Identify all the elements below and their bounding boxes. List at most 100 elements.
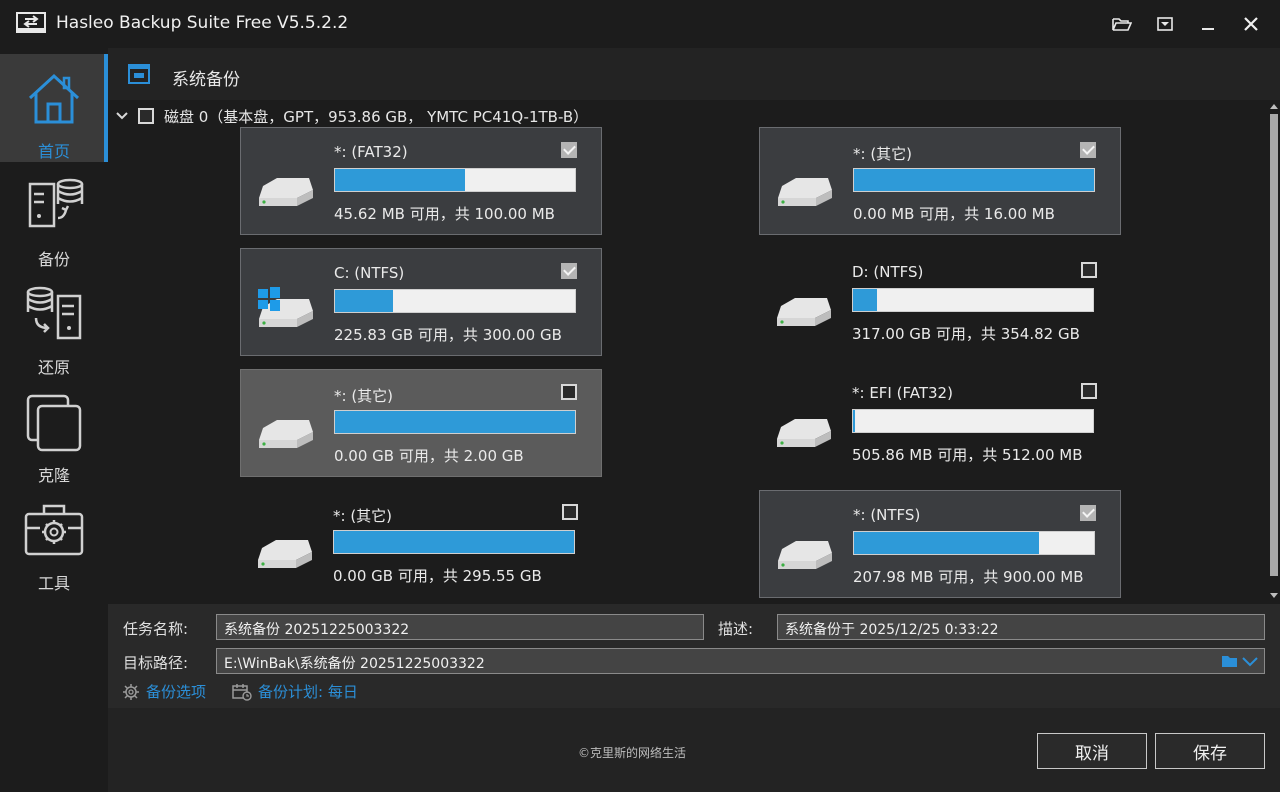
sidebar-item-backup[interactable]: 备份 [0, 162, 108, 270]
partition-name: *: (其它) [333, 507, 393, 525]
partition-usage-text: 317.00 GB 可用，共 354.82 GB [852, 325, 1080, 343]
scrollbar[interactable] [1268, 100, 1280, 604]
folder-icon[interactable] [1222, 655, 1238, 668]
sidebar-item-label: 工具 [37, 574, 70, 593]
sidebar-item-clone[interactable]: 克隆 [0, 378, 108, 486]
description-input[interactable]: 系统备份于 2025/12/25 0:33:22 [777, 614, 1265, 640]
usage-bar-fill [854, 169, 1094, 191]
partition-card[interactable]: *: EFI (FAT32) 505.86 MB 可用，共 512.00 MB [759, 369, 1121, 477]
backup-schedule-link[interactable]: 备份计划: 每日 [232, 681, 358, 702]
usage-bar [853, 168, 1095, 192]
usage-bar-fill [335, 169, 465, 191]
partition-checkbox-wrap[interactable] [561, 384, 577, 404]
partition-checkbox-wrap[interactable] [1081, 383, 1097, 403]
drive-icon [256, 536, 314, 572]
close-button[interactable] [1239, 12, 1263, 36]
usage-bar [852, 409, 1094, 433]
usage-bar [334, 289, 576, 313]
usage-bar-fill [335, 411, 575, 433]
drive-icon [257, 174, 315, 210]
sidebar-item-tools[interactable]: 工具 [0, 486, 108, 594]
backup-options-link[interactable]: 备份选项 [122, 681, 206, 702]
sidebar-item-label: 还原 [37, 358, 70, 377]
calendar-clock-icon [232, 683, 252, 701]
partition-list: 磁盘 0（基本盘，GPT，953.86 GB， YMTC PC41Q-1TB-B… [108, 100, 1280, 604]
sidebar-item-home[interactable]: 首页 [0, 54, 108, 162]
task-form: 任务名称: 系统备份 20251225003322 描述: 系统备份于 2025… [108, 604, 1280, 708]
sidebar-item-label: 克隆 [37, 466, 70, 485]
usage-bar [853, 531, 1095, 555]
target-path-input[interactable]: E:\WinBak\系统备份 20251225003322 [216, 648, 1265, 674]
partition-usage-text: 0.00 GB 可用，共 295.55 GB [333, 567, 542, 585]
disk-label: 磁盘 0（基本盘，GPT，953.86 GB， YMTC PC41Q-1TB-B… [164, 107, 589, 126]
partition-checkbox-wrap[interactable] [1080, 142, 1096, 162]
partition-usage-text: 0.00 GB 可用，共 2.00 GB [334, 447, 524, 465]
partition-name: *: (NTFS) [853, 506, 921, 524]
partition-usage-text: 0.00 MB 可用，共 16.00 MB [853, 205, 1055, 223]
partition-card[interactable]: C: (NTFS) 225.83 GB 可用，共 300.00 GB [240, 248, 602, 356]
partition-card[interactable]: *: (FAT32) 45.62 MB 可用，共 100.00 MB [240, 127, 602, 235]
partition-name: D: (NTFS) [852, 263, 924, 281]
close-icon [1244, 17, 1258, 31]
usage-bar [333, 530, 575, 554]
disk-row: 磁盘 0（基本盘，GPT，953.86 GB， YMTC PC41Q-1TB-B… [114, 104, 588, 128]
partition-checkbox-wrap[interactable] [1080, 505, 1096, 525]
partition-name: *: (其它) [334, 387, 394, 405]
drive-icon [776, 174, 834, 210]
partition-checkbox[interactable] [561, 384, 577, 400]
sidebar-item-label: 首页 [37, 142, 70, 161]
sidebar: 首页 备份 还原 克隆 工具 [0, 48, 108, 792]
sidebar-item-restore[interactable]: 还原 [0, 270, 108, 378]
partition-checkbox-wrap[interactable] [561, 263, 577, 283]
scroll-down-icon[interactable] [1270, 592, 1278, 600]
partition-checkbox[interactable] [1080, 142, 1096, 158]
usage-bar-fill [853, 410, 856, 432]
task-name-label: 任务名称: [123, 620, 189, 638]
task-name-input[interactable]: 系统备份 20251225003322 [216, 614, 704, 640]
drive-icon [775, 294, 833, 330]
partition-card[interactable]: D: (NTFS) 317.00 GB 可用，共 354.82 GB [759, 248, 1121, 356]
partition-checkbox[interactable] [561, 142, 577, 158]
drive-icon [775, 415, 833, 451]
menu-button[interactable] [1153, 12, 1177, 36]
partition-checkbox[interactable] [1081, 262, 1097, 278]
scroll-up-icon[interactable] [1270, 102, 1278, 110]
partition-card[interactable]: *: (NTFS) 207.98 MB 可用，共 900.00 MB [759, 490, 1121, 598]
usage-bar [334, 168, 576, 192]
partition-card[interactable]: *: (其它) 0.00 GB 可用，共 2.00 GB [240, 369, 602, 477]
partition-card[interactable]: *: (其它) 0.00 MB 可用，共 16.00 MB [759, 127, 1121, 235]
usage-bar [852, 288, 1094, 312]
chevron-down-icon[interactable] [114, 108, 130, 124]
partition-usage-text: 225.83 GB 可用，共 300.00 GB [334, 326, 562, 344]
partition-card[interactable]: *: (其它) 0.00 GB 可用，共 295.55 GB [240, 490, 602, 598]
main-panel: 系统备份 磁盘 0（基本盘，GPT，953.86 GB， YMTC PC41Q-… [108, 48, 1280, 792]
partition-name: *: (FAT32) [334, 143, 408, 161]
partition-checkbox-wrap[interactable] [1081, 262, 1097, 282]
save-button[interactable]: 保存 [1155, 733, 1265, 769]
partition-checkbox[interactable] [1081, 383, 1097, 399]
usage-bar-fill [334, 531, 574, 553]
usage-bar-fill [335, 290, 393, 312]
partition-checkbox[interactable] [562, 504, 578, 520]
partition-checkbox-wrap[interactable] [561, 142, 577, 162]
system-backup-icon [128, 64, 150, 84]
partition-checkbox[interactable] [561, 263, 577, 279]
partition-checkbox-wrap[interactable] [562, 504, 578, 524]
backup-icon [28, 178, 84, 228]
minimize-icon [1202, 28, 1214, 30]
chevron-down-icon[interactable] [1242, 656, 1258, 667]
partition-name: *: EFI (FAT32) [852, 384, 953, 402]
scroll-thumb[interactable] [1270, 114, 1278, 576]
disk-checkbox[interactable] [138, 108, 154, 124]
copyright-watermark: ©克里斯的网络生活 [578, 746, 687, 760]
drive-icon [776, 537, 834, 573]
backup-schedule-label: 备份计划: 每日 [258, 683, 358, 701]
title-bar: Hasleo Backup Suite Free V5.5.2.2 [0, 0, 1280, 48]
partition-checkbox[interactable] [1080, 505, 1096, 521]
description-label: 描述: [718, 620, 754, 638]
minimize-button[interactable] [1196, 12, 1220, 36]
open-folder-button[interactable] [1110, 12, 1134, 36]
cancel-button[interactable]: 取消 [1037, 733, 1147, 769]
page-title: 系统备份 [172, 70, 240, 90]
folder-open-icon [1112, 18, 1132, 31]
